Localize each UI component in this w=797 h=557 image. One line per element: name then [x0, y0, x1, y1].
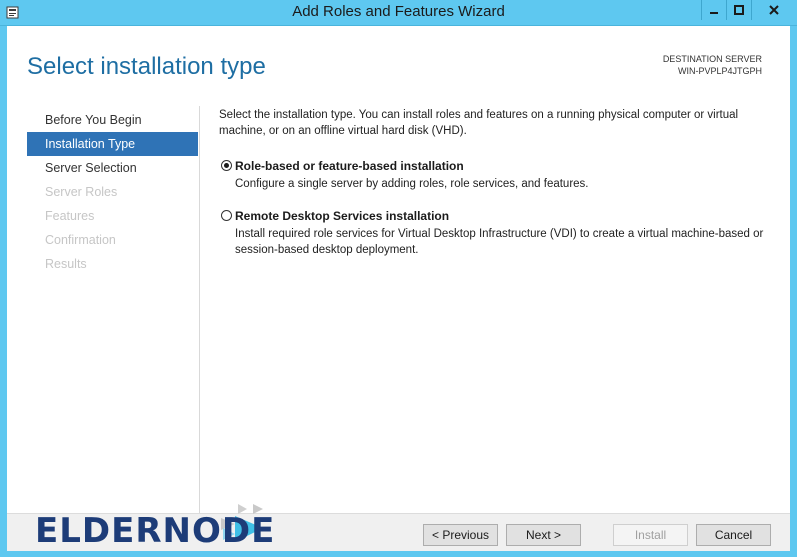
svg-text:ELDERNODE: ELDERNODE	[35, 511, 275, 548]
previous-button[interactable]: < Previous	[423, 524, 498, 546]
radio-remote-desktop[interactable]	[221, 210, 232, 221]
window-controls	[701, 0, 795, 21]
window-title: Add Roles and Features Wizard	[292, 3, 505, 20]
intro-text: Select the installation type. You can in…	[219, 109, 739, 137]
minimize-button[interactable]	[701, 0, 726, 20]
eldernode-logo-graphic: ELDERNODE	[35, 504, 275, 551]
option-remote-desktop[interactable]: Remote Desktop Services installation Ins…	[219, 208, 774, 258]
option-description: Install required role services for Virtu…	[235, 228, 764, 256]
wizard-steps-nav: Before You Begin Installation Type Serve…	[27, 108, 198, 276]
destination-server-label: DESTINATION SERVER	[662, 54, 762, 64]
nav-item-installation-type[interactable]: Installation Type	[27, 132, 198, 156]
wizard-content: Select installation type DESTINATION SER…	[7, 26, 790, 551]
option-description: Configure a single server by adding role…	[235, 178, 589, 190]
close-icon	[768, 5, 779, 15]
install-button: Install	[613, 524, 688, 546]
page-title: Select installation type	[27, 53, 266, 80]
destination-server-name: WIN-PVPLP4JTGPH	[677, 66, 762, 76]
nav-item-features: Features	[45, 209, 95, 223]
main-panel: Select the installation type. You can in…	[219, 107, 774, 258]
nav-item-server-roles: Server Roles	[45, 185, 118, 199]
close-button[interactable]	[751, 0, 795, 20]
nav-item-before-you-begin[interactable]: Before You Begin	[27, 108, 198, 132]
nav-item-confirmation: Confirmation	[45, 233, 116, 247]
maximize-icon	[734, 5, 744, 15]
nav-item-server-selection[interactable]: Server Selection	[27, 156, 198, 180]
window-frame-left	[0, 26, 7, 557]
cancel-button[interactable]: Cancel	[696, 524, 771, 546]
option-label[interactable]: Remote Desktop Services installation	[235, 208, 774, 224]
next-button[interactable]: Next >	[506, 524, 581, 546]
option-role-based[interactable]: Role-based or feature-based installation…	[219, 158, 774, 192]
option-label[interactable]: Role-based or feature-based installation	[235, 158, 774, 174]
nav-item-results: Results	[45, 257, 87, 271]
window-frame-bottom	[0, 551, 797, 557]
title-bar[interactable]: Add Roles and Features Wizard	[0, 0, 797, 26]
eldernode-logo: ELDERNODE	[35, 502, 275, 551]
maximize-button[interactable]	[726, 0, 751, 20]
minimize-icon	[710, 12, 718, 14]
window-frame-right	[790, 26, 797, 557]
radio-role-based[interactable]	[221, 160, 232, 171]
nav-divider	[199, 106, 200, 514]
